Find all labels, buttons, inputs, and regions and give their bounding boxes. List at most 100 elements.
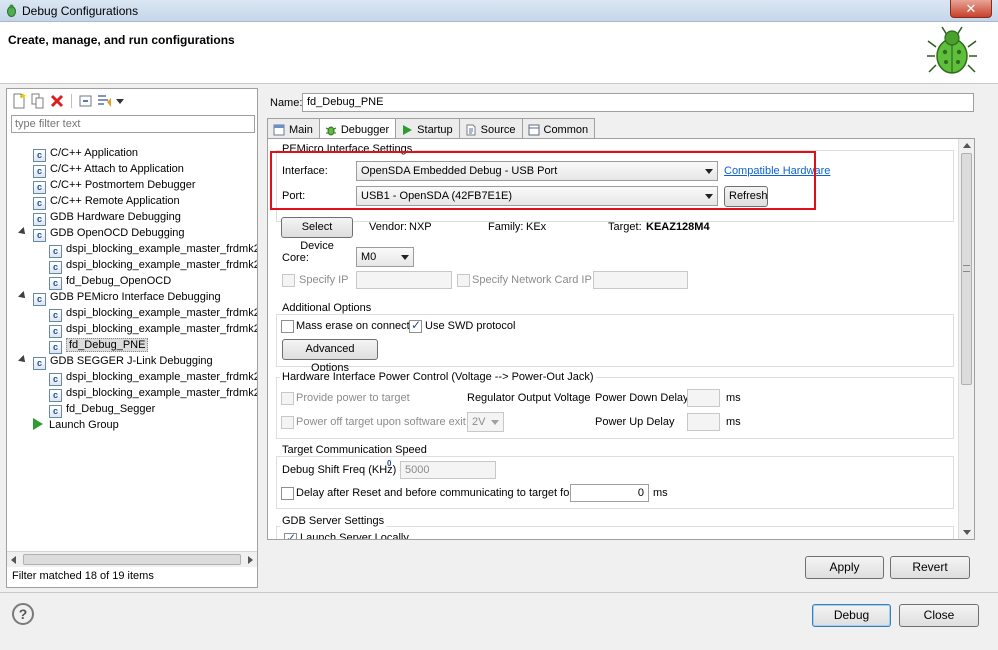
tree-item-fd-debug-openocd[interactable]: c fd_Debug_OpenOCD [49,273,171,290]
tree-item-launch-group[interactable]: Launch Group [33,417,119,433]
apply-button[interactable]: Apply [805,556,884,579]
filter-menu-chevron-down-icon[interactable] [116,98,124,104]
tree-item-pemicro-child-2[interactable]: c dspi_blocking_example_master_frdmk22 [49,321,257,338]
tree-horizontal-scrollbar[interactable] [7,551,257,567]
toolbar-separator [71,94,72,108]
power-up-label: Power Up Delay [595,416,675,428]
power-down-input[interactable] [687,389,720,407]
select-device-button[interactable]: Select Device [281,217,353,252]
tab-startup[interactable]: Startup [395,118,460,138]
tree-item-cpp-postmortem[interactable]: c C/C++ Postmortem Debugger [33,177,196,194]
name-label: Name: [270,97,303,109]
power-down-label: Power Down Delay [595,392,689,404]
power-off-checkbox[interactable] [281,416,294,429]
config-name-input[interactable]: fd_Debug_PNE [302,93,974,112]
filter-input[interactable] [11,115,255,133]
delay-after-reset-label: Delay after Reset and before communicati… [296,487,573,499]
core-select[interactable]: M0 [356,247,414,267]
scroll-thumb[interactable] [23,554,241,565]
target-value: KEAZ128M4 [646,221,710,233]
main-icon [273,124,285,135]
power-up-input[interactable] [687,413,720,431]
scroll-left-arrow-icon[interactable] [11,556,16,564]
tree-item-cpp-remote[interactable]: c C/C++ Remote Application [33,193,180,210]
content-vertical-scrollbar[interactable] [958,139,974,539]
duplicate-config-icon[interactable] [30,93,46,109]
footer-separator [0,592,998,593]
debug-bug-icon [927,26,977,74]
debugger-icon [325,126,337,136]
tree-item-gdb-segger[interactable]: c GDB SEGGER J-Link Debugging [18,353,213,370]
collapse-all-icon[interactable] [78,93,94,109]
tree-item-gdb-openocd[interactable]: c GDB OpenOCD Debugging [18,225,185,242]
window-close-button[interactable]: ✕ [950,0,992,18]
advanced-options-button[interactable]: Advanced Options [282,339,378,374]
tree-item-fd-debug-segger[interactable]: c fd_Debug_Segger [49,401,155,418]
tab-debugger[interactable]: Debugger [318,118,397,139]
specify-nic-checkbox[interactable] [457,274,470,287]
expanded-twisty-icon[interactable] [18,291,28,301]
tab-startup-label: Startup [417,123,453,136]
tree-item-openocd-child-1[interactable]: c dspi_blocking_example_master_frdmk22 [49,241,257,258]
vendor-label: Vendor: [369,221,407,233]
provide-power-label: Provide power to target [296,392,410,404]
mass-erase-checkbox[interactable] [281,320,294,333]
provide-power-checkbox[interactable] [281,392,294,405]
specify-nic-input[interactable] [593,271,688,289]
close-button[interactable]: Close [899,604,979,627]
delete-config-icon[interactable] [49,93,65,109]
tab-main[interactable]: Main [267,118,320,138]
tree-item-gdb-pemicro[interactable]: c GDB PEMicro Interface Debugging [18,289,221,306]
voltage-select-value: 2V [472,416,486,428]
tab-main-label: Main [289,123,313,136]
delay-after-reset-checkbox[interactable] [281,487,294,500]
configuration-tree: c C/C++ Application c C/C++ Attach to Appl… [7,137,257,550]
voltage-select[interactable]: 2V [467,412,504,432]
shift-freq-input[interactable]: 5000 [400,461,496,479]
target-label: Target: [608,221,642,233]
launch-group-play-icon [33,418,43,430]
title-bar: Debug Configurations ✕ [0,0,998,22]
scroll-grip-icon [963,265,970,272]
tree-item-openocd-child-2[interactable]: c dspi_blocking_example_master_frdmk22 [49,257,257,274]
filter-icon[interactable] [97,93,113,109]
power-down-unit: ms [726,392,741,404]
source-icon [466,124,476,135]
delay-input[interactable]: 0 [570,484,649,502]
use-swd-label: Use SWD protocol [425,320,516,332]
window-title: Debug Configurations [22,4,139,18]
tree-item-segger-child-2[interactable]: c dspi_blocking_example_master_frdmk22 [49,385,257,402]
scroll-up-arrow-icon[interactable] [963,143,971,148]
scroll-down-arrow-icon[interactable] [963,530,971,535]
tree-item-pemicro-child-1[interactable]: c dspi_blocking_example_master_frdmk22 [49,305,257,322]
tree-item-fd-debug-pne[interactable]: c fd_Debug_PNE [49,337,149,354]
help-icon[interactable]: ? [12,603,34,625]
revert-button[interactable]: Revert [890,556,970,579]
new-config-icon[interactable] [11,93,27,109]
specify-ip-input[interactable] [356,271,452,289]
tree-toolbar [11,92,124,110]
c-icon: c [33,229,46,242]
gdb-server-title: GDB Server Settings [280,515,387,527]
tab-source[interactable]: Source [458,118,523,138]
tree-item-segger-child-1[interactable]: c dspi_blocking_example_master_frdmk22 [49,369,257,386]
expanded-twisty-icon[interactable] [18,227,28,237]
use-swd-checkbox[interactable] [409,318,422,333]
family-label: Family: [488,221,524,233]
chevron-down-icon [401,255,409,260]
startup-icon [403,124,413,135]
debug-button[interactable]: Debug [812,604,891,627]
vendor-value: NXP [409,221,432,233]
specify-nic-label: Specify Network Card IP [472,274,592,286]
tree-item-gdb-hardware[interactable]: c GDB Hardware Debugging [33,209,181,226]
config-tabs: Main Debugger Startup Source Common [267,118,596,139]
configuration-tree-panel: cC/C++ Application cC/C++ Attach to Appl… [6,88,258,588]
launch-server-checkbox[interactable] [284,531,297,539]
tree-item-cpp-application[interactable]: c C/C++ Application [33,145,138,162]
filter-status: Filter matched 18 of 19 items [12,570,154,582]
tab-common[interactable]: Common [521,118,596,138]
scroll-right-arrow-icon[interactable] [248,556,253,564]
expanded-twisty-icon[interactable] [18,355,28,365]
tree-item-cpp-attach[interactable]: c C/C++ Attach to Application [33,161,184,178]
specify-ip-checkbox[interactable] [282,274,295,287]
